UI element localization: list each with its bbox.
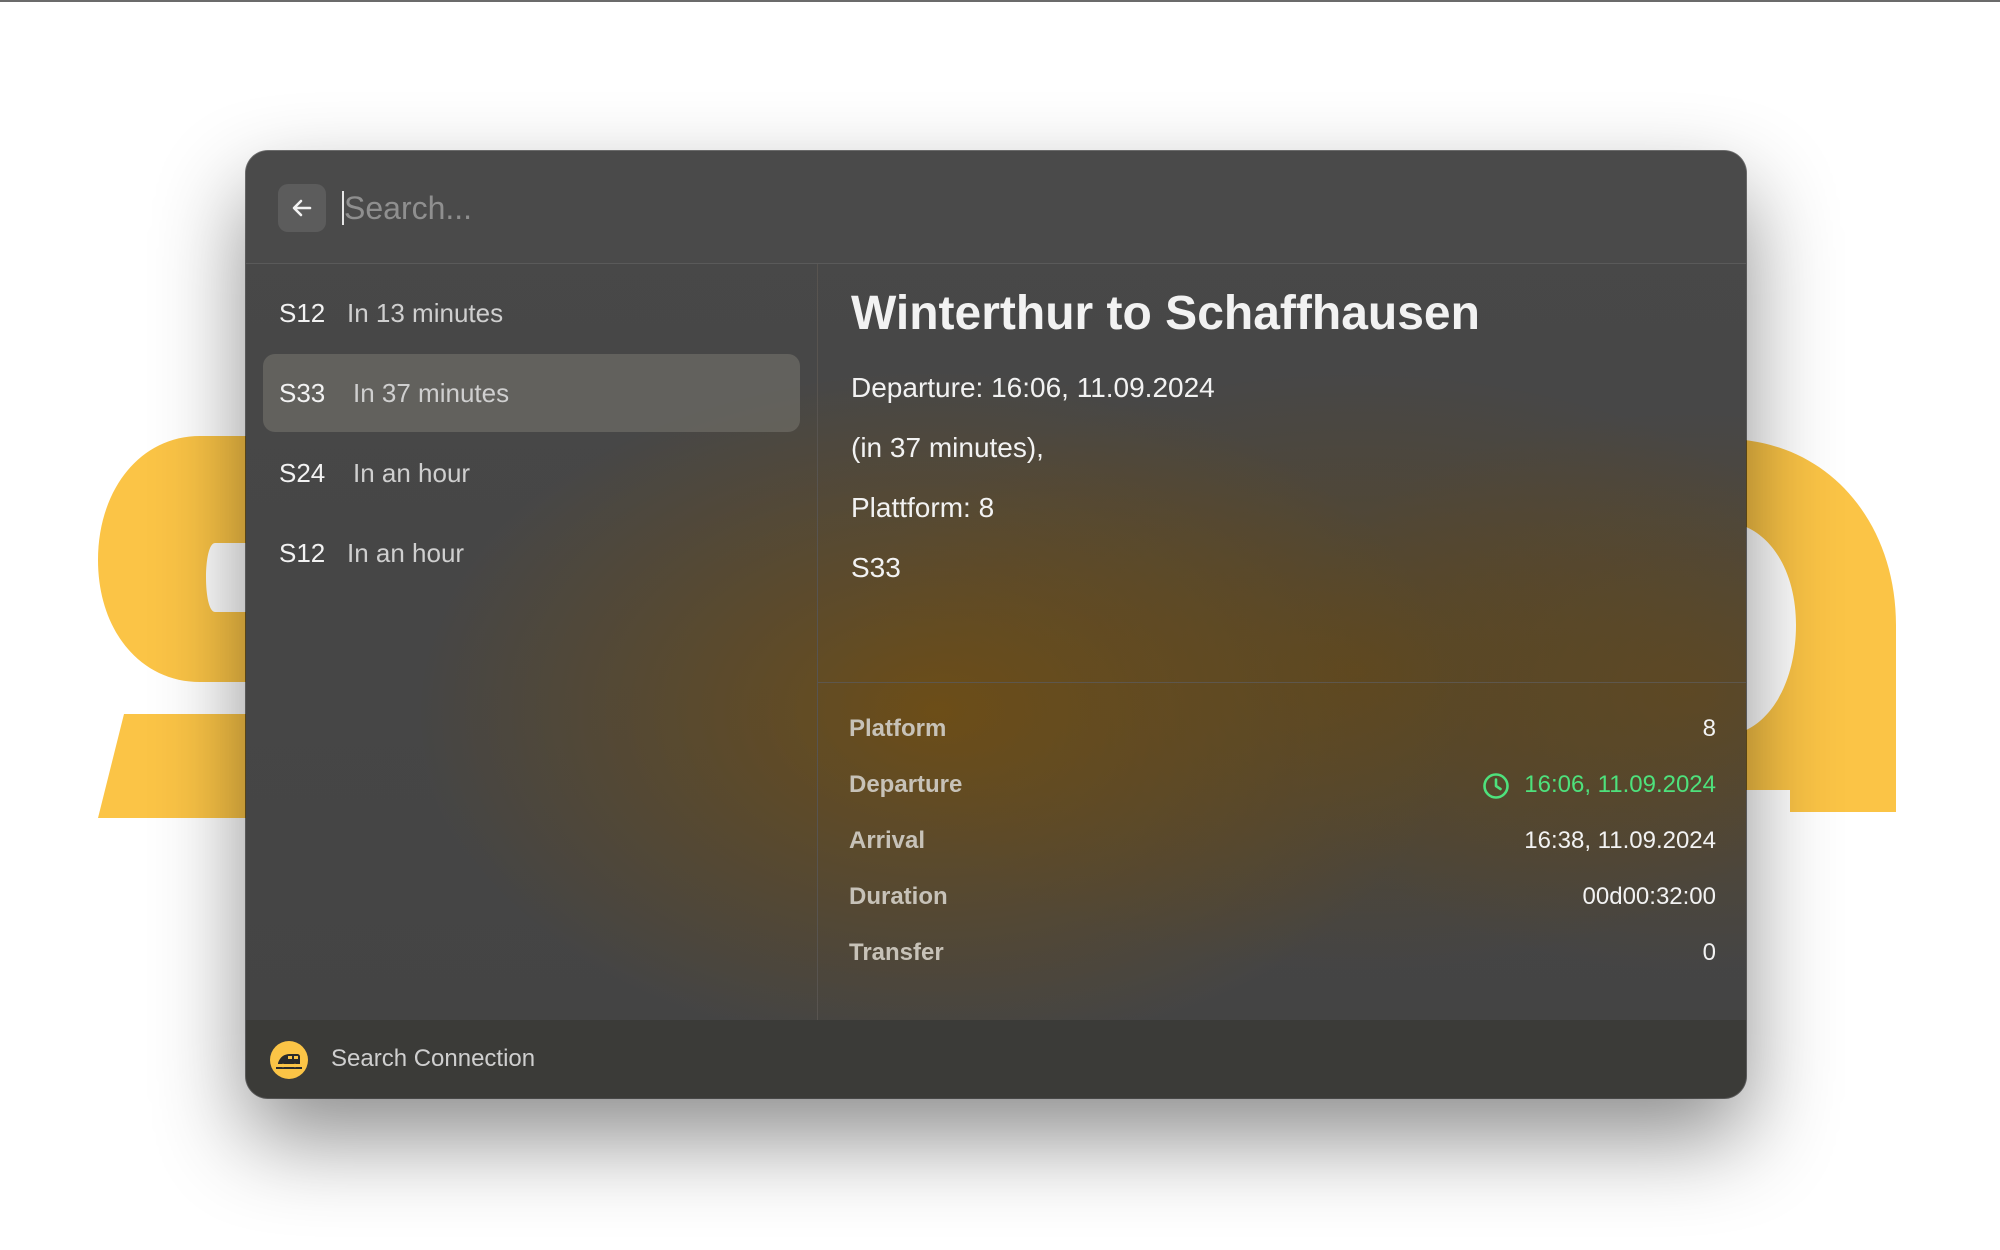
search-bar bbox=[246, 151, 1746, 264]
list-item[interactable]: S12 In 13 minutes bbox=[263, 274, 800, 352]
platform-summary: Plattform: 8 bbox=[851, 492, 995, 523]
action-bar: Search Connection bbox=[246, 1020, 1746, 1098]
metadata-label: Arrival bbox=[849, 827, 926, 854]
relative-time: (in 37 minutes), bbox=[851, 432, 1044, 463]
metadata-row-transfer: Transfer 0 bbox=[849, 933, 1716, 973]
arrow-left-icon bbox=[292, 199, 312, 217]
metadata-row-arrival: Arrival 16:38, 11.09.2024 bbox=[849, 821, 1716, 861]
metadata-value: 16:06, 11.09.2024 bbox=[1524, 771, 1716, 798]
line-code: S12 bbox=[279, 298, 326, 328]
train-logo-icon bbox=[270, 1041, 308, 1079]
metadata-value: 0 bbox=[1702, 939, 1716, 966]
departure-summary: Departure: 16:06, 11.09.2024 bbox=[851, 372, 1215, 403]
departure-eta: In an hour bbox=[353, 458, 471, 488]
detail-panel: Winterthur to Schaffhausen Departure: 16… bbox=[818, 264, 1746, 1020]
route-title: Winterthur to Schaffhausen bbox=[851, 287, 1480, 340]
metadata-divider bbox=[818, 682, 1746, 683]
train-line: S33 bbox=[851, 552, 901, 583]
metadata-label: Platform bbox=[849, 715, 947, 742]
metadata-label: Duration bbox=[849, 883, 948, 910]
departure-eta: In 13 minutes bbox=[347, 298, 504, 328]
launcher-window: S12 In 13 minutes S33 In 37 minutes S24 … bbox=[246, 151, 1746, 1098]
clock-icon bbox=[1483, 773, 1509, 799]
search-input[interactable] bbox=[344, 181, 1444, 235]
list-item-selected[interactable]: S33 In 37 minutes bbox=[263, 354, 800, 432]
metadata-value: 16:38, 11.09.2024 bbox=[1524, 827, 1716, 854]
metadata-label: Departure bbox=[849, 771, 963, 798]
line-code: S12 bbox=[279, 538, 326, 568]
connection-list: S12 In 13 minutes S33 In 37 minutes S24 … bbox=[246, 264, 817, 1020]
search-connection-action[interactable]: Search Connection bbox=[331, 1020, 535, 1098]
metadata-label: Transfer bbox=[849, 939, 944, 966]
departure-eta: In an hour bbox=[347, 538, 465, 568]
metadata-value: 00d00:32:00 bbox=[1582, 883, 1716, 910]
list-item[interactable]: S24 In an hour bbox=[263, 434, 800, 512]
metadata-row-platform: Platform 8 bbox=[849, 709, 1716, 749]
metadata-value: 8 bbox=[1702, 715, 1716, 742]
departure-eta: In 37 minutes bbox=[353, 378, 510, 408]
back-button[interactable] bbox=[278, 184, 326, 232]
metadata-row-departure: Departure 16:06, 11.09.2024 bbox=[849, 765, 1716, 805]
line-code: S33 bbox=[279, 378, 326, 408]
list-item[interactable]: S12 In an hour bbox=[263, 514, 800, 592]
line-code: S24 bbox=[279, 458, 326, 488]
metadata-row-duration: Duration 00d00:32:00 bbox=[849, 877, 1716, 917]
